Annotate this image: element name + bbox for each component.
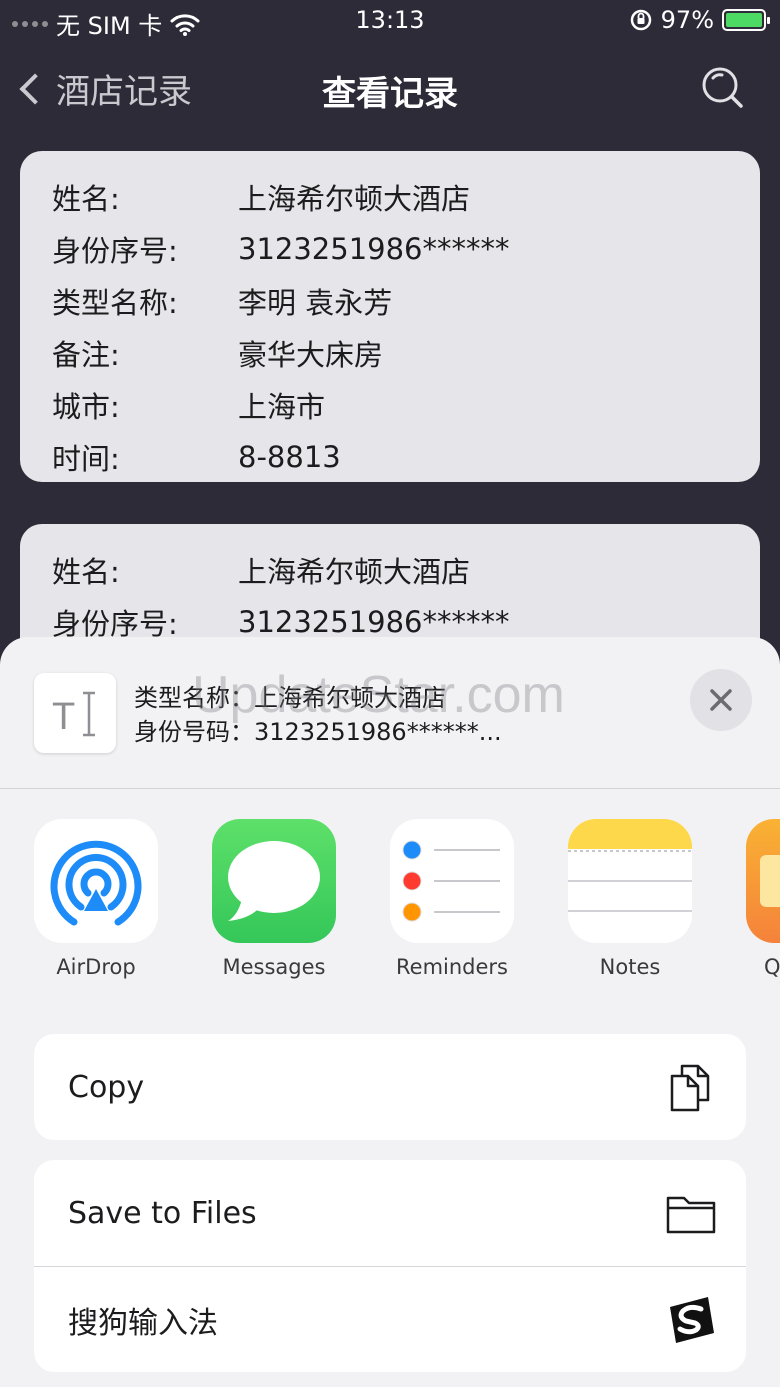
action-group-copy: Copy <box>34 1034 746 1140</box>
share-sheet-header: T 类型名称：上海希尔顿大酒店 身份号码：3123251986******...… <box>0 637 780 789</box>
messages-icon <box>212 819 336 943</box>
record-value: 豪华大床房 <box>238 338 384 372</box>
record-value: 李明 袁永芳 <box>238 286 393 320</box>
record-row: 姓名: 上海希尔顿大酒店 <box>52 171 760 223</box>
app-messages[interactable]: Messages <box>212 819 336 979</box>
app-label: Q <box>764 955 780 979</box>
preview-line-1: 类型名称：上海希尔顿大酒店 <box>134 684 446 712</box>
preview-line-2: 身份号码：3123251986******... <box>134 718 502 746</box>
sogou-input-action[interactable]: 搜狗输入法 <box>34 1266 746 1372</box>
close-button[interactable] <box>690 669 752 731</box>
status-bar: 无 SIM 卡 13:13 97% <box>0 0 780 44</box>
orientation-lock-icon <box>630 9 651 31</box>
action-group-files: Save to Files 搜狗输入法 <box>34 1160 746 1372</box>
app-label: Notes <box>599 955 661 979</box>
share-preview-text: 类型名称：上海希尔顿大酒店 身份号码：3123251986******... <box>134 681 502 749</box>
record-key: 备注: <box>52 338 120 372</box>
app-airdrop[interactable]: AirDrop <box>34 819 158 979</box>
app-label: Messages <box>222 955 326 979</box>
record-key: 时间: <box>52 442 120 476</box>
text-preview-thumbnail: T <box>34 673 116 753</box>
action-label: 搜狗输入法 <box>68 1305 218 1341</box>
search-icon[interactable] <box>700 66 744 110</box>
app-label: Reminders <box>396 955 508 979</box>
record-key: 姓名: <box>52 182 120 216</box>
copy-icon <box>670 1064 710 1112</box>
page-title: 查看记录 <box>322 74 458 114</box>
text-cursor-icon: T <box>52 691 95 738</box>
sogou-icon <box>670 1296 714 1343</box>
app-reminders[interactable]: Reminders <box>390 819 514 979</box>
notes-icon <box>568 819 692 943</box>
app-partial[interactable]: Q <box>746 819 780 979</box>
battery-percent: 97% <box>660 6 714 34</box>
record-row: 备注: 豪华大床房 <box>52 327 760 379</box>
record-value: 3123251986****** <box>238 605 510 639</box>
app-label: AirDrop <box>56 955 136 979</box>
action-label: Save to Files <box>68 1195 257 1231</box>
airdrop-icon <box>34 819 158 943</box>
record-row: 类型名称: 李明 袁永芳 <box>52 275 760 327</box>
record-row: 姓名: 上海希尔顿大酒店 <box>52 544 760 596</box>
action-label: Copy <box>68 1069 145 1105</box>
record-value: 3123251986****** <box>238 232 510 266</box>
reminders-icon <box>390 819 514 943</box>
app-notes[interactable]: Notes <box>568 819 692 979</box>
folder-icon <box>666 1196 716 1234</box>
record-key: 身份序号: <box>52 234 178 268</box>
record-key: 姓名: <box>52 555 120 589</box>
battery-charging-icon <box>722 9 770 31</box>
record-key: 类型名称: <box>52 286 178 320</box>
save-to-files-action[interactable]: Save to Files <box>34 1160 746 1266</box>
record-card[interactable]: 姓名: 上海希尔顿大酒店 身份序号: 3123251986****** 类型名称: 李… <box>20 151 760 482</box>
share-sheet: T 类型名称：上海希尔顿大酒店 身份号码：3123251986******...… <box>0 637 780 1387</box>
nav-bar: 酒店记录 查看记录 <box>0 50 780 126</box>
record-value: 上海希尔顿大酒店 <box>238 555 471 589</box>
record-value: 上海希尔顿大酒店 <box>238 182 471 216</box>
share-apps-row: AirDrop Messages Reminders Notes Q <box>0 819 780 999</box>
copy-action[interactable]: Copy <box>34 1034 746 1140</box>
record-row: 城市: 上海市 <box>52 379 760 431</box>
record-key: 城市: <box>52 390 120 424</box>
record-value: 上海市 <box>238 390 326 424</box>
record-value: 8-8813 <box>238 440 341 474</box>
record-row: 身份序号: 3123251986****** <box>52 223 760 275</box>
close-icon <box>710 689 732 711</box>
record-row: 时间: 8-8813 <box>52 431 760 483</box>
partial-app-icon <box>746 819 780 943</box>
svg-text:T: T <box>52 696 75 738</box>
status-right: 97% <box>629 6 770 34</box>
